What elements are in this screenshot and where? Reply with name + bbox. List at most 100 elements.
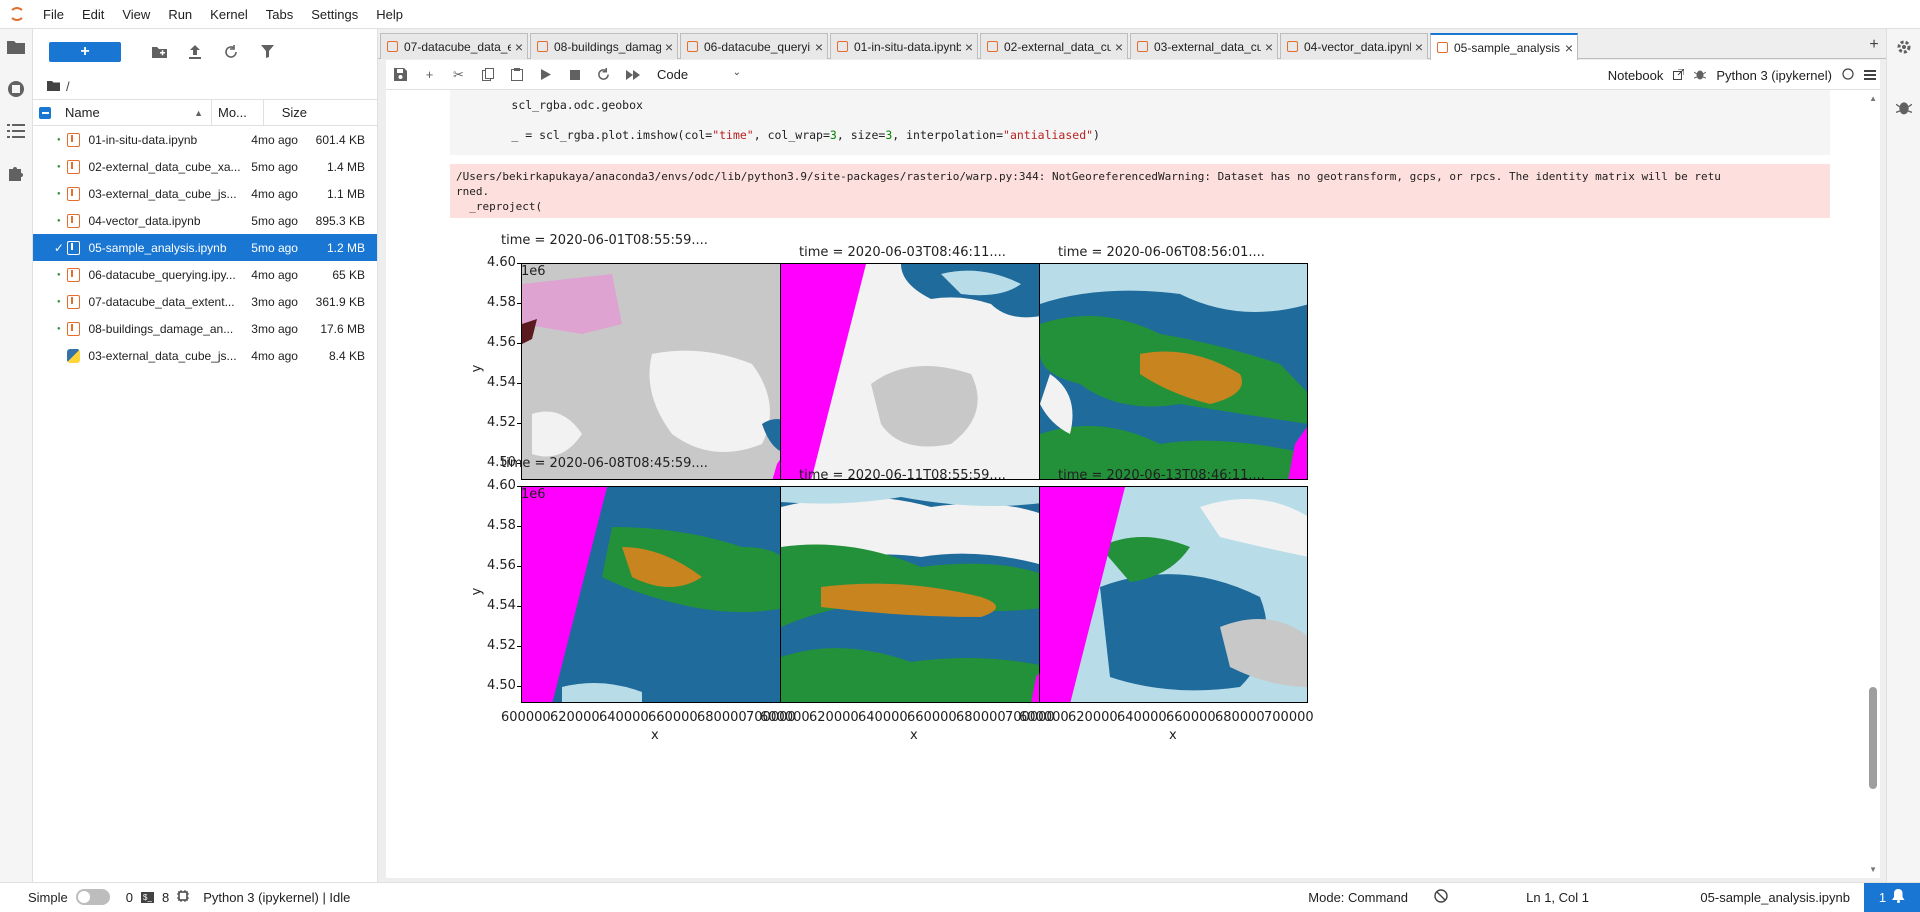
close-icon[interactable]: × — [1561, 40, 1577, 56]
column-header-name[interactable]: Name ▲ — [59, 99, 212, 126]
y-tick-label: 4.54 — [487, 598, 516, 613]
kernel-count[interactable]: 8 — [162, 890, 169, 905]
notebook-tab[interactable]: 06-datacube_querying.i× — [680, 33, 828, 59]
file-list-item[interactable]: ●02-external_data_cube_xa...5mo ago1.4 M… — [33, 153, 377, 180]
notebook-tab[interactable]: 01-in-situ-data.ipynb× — [830, 33, 978, 59]
cell-type-label: Code — [657, 67, 688, 82]
close-icon[interactable]: × — [511, 39, 527, 55]
y-tick-mark — [517, 526, 521, 527]
menu-kernel[interactable]: Kernel — [201, 0, 257, 29]
run-icon[interactable] — [531, 63, 560, 87]
column-header-modified-label: Mo... — [218, 105, 247, 120]
code-line-1: scl_rgba.odc.geobox — [511, 98, 643, 112]
notebook-tab[interactable]: 02-external_data_cube_× — [980, 33, 1128, 59]
table-of-contents-icon[interactable] — [4, 119, 28, 143]
scrollbar-thumb[interactable] — [1869, 687, 1877, 789]
notifications-button[interactable]: 1 — [1864, 883, 1920, 912]
file-list-item[interactable]: ✓05-sample_analysis.ipynb5mo ago1.2 MB — [33, 234, 377, 261]
upload-icon[interactable] — [177, 40, 213, 64]
cell-type-dropdown[interactable]: Code ⌄ — [657, 67, 741, 82]
refresh-icon[interactable] — [213, 40, 249, 64]
tab-label: 06-datacube_querying.i — [704, 40, 811, 54]
code-text: ) — [1093, 128, 1100, 142]
terminal-icon[interactable]: $_ — [141, 892, 154, 903]
tab-bar: 07-datacube_data_exte×08-buildings_damag… — [378, 29, 1886, 59]
file-list-item[interactable]: ●04-vector_data.ipynb5mo ago895.3 KB — [33, 207, 377, 234]
restart-kernel-icon[interactable] — [589, 63, 618, 87]
new-launcher-button[interactable]: + — [49, 42, 121, 62]
insert-cell-icon[interactable]: + — [415, 63, 444, 87]
file-list-item[interactable]: ●03-external_data_cube_js...4mo ago1.1 M… — [33, 180, 377, 207]
menu-view[interactable]: View — [113, 0, 159, 29]
close-icon[interactable]: × — [961, 39, 977, 55]
scrollbar[interactable]: ▲ ▼ — [1866, 90, 1880, 878]
menu-settings[interactable]: Settings — [302, 0, 367, 29]
running-kernels-icon[interactable] — [4, 77, 28, 101]
x-tick-label: 620000 — [1068, 710, 1118, 725]
folder-icon[interactable] — [47, 79, 60, 94]
kernel-chip-icon[interactable] — [177, 890, 189, 905]
notebook-tab[interactable]: 04-vector_data.ipynb× — [1280, 33, 1428, 59]
paste-icon[interactable] — [502, 63, 531, 87]
restart-run-all-icon[interactable] — [618, 63, 647, 87]
stop-icon[interactable] — [560, 63, 589, 87]
kernel-name[interactable]: Python 3 (ipykernel) — [1716, 68, 1832, 83]
file-list-header: Name ▲ Mo... Size — [33, 99, 377, 126]
y-tick-mark — [517, 303, 521, 304]
y-axis-label: y — [469, 588, 484, 596]
add-tab-icon[interactable]: + — [1864, 35, 1884, 55]
panel-title: time = 2020-06-03T08:46:11.... — [799, 245, 1006, 260]
file-name: 03-external_data_cube_js... — [88, 187, 247, 201]
menu-edit[interactable]: Edit — [73, 0, 113, 29]
menu-file[interactable]: File — [34, 0, 73, 29]
copy-icon[interactable] — [473, 63, 502, 87]
file-modified: 5mo ago — [247, 241, 314, 255]
notebook-tab[interactable]: 08-buildings_damage_a× — [530, 33, 678, 59]
kernel-status-text[interactable]: Python 3 (ipykernel) | Idle — [203, 890, 350, 905]
file-list-item[interactable]: ●07-datacube_data_extent...3mo ago361.9 … — [33, 288, 377, 315]
code-cell-editor[interactable]: scl_rgba.odc.geobox _ = scl_rgba.plot.im… — [450, 90, 1830, 155]
file-list-item[interactable]: ●08-buildings_damage_an...3mo ago17.6 MB — [33, 315, 377, 342]
column-header-modified[interactable]: Mo... — [212, 99, 264, 126]
notebook-tab[interactable]: 07-datacube_data_exte× — [380, 33, 528, 59]
open-external-icon[interactable] — [1673, 68, 1684, 83]
warning-line: _reproject( — [456, 199, 1824, 214]
scroll-up-icon[interactable]: ▲ — [1869, 94, 1877, 103]
close-icon[interactable]: × — [811, 39, 827, 55]
property-inspector-gear-icon[interactable] — [1896, 39, 1912, 58]
property-inspector-menu-icon[interactable] — [1864, 68, 1876, 83]
new-folder-icon[interactable] — [141, 40, 177, 64]
menu-run[interactable]: Run — [159, 0, 201, 29]
save-icon[interactable] — [386, 63, 415, 87]
debugger-bug-icon[interactable] — [1694, 68, 1706, 83]
panel-title: time = 2020-06-06T08:56:01.... — [1058, 245, 1265, 260]
cut-icon[interactable]: ✂ — [444, 63, 473, 87]
debugger-bug-icon[interactable] — [1896, 99, 1912, 118]
notebook-tab[interactable]: 03-external_data_cube_× — [1130, 33, 1278, 59]
simple-mode-toggle[interactable] — [76, 889, 110, 905]
close-icon[interactable]: × — [1411, 39, 1427, 55]
extensions-puzzle-icon[interactable] — [4, 161, 28, 185]
close-icon[interactable]: × — [1111, 39, 1127, 55]
panel-title: time = 2020-06-01T08:55:59.... — [501, 233, 708, 248]
close-icon[interactable]: × — [1261, 39, 1277, 55]
column-header-size[interactable]: Size — [264, 99, 319, 126]
jupyter-logo-icon — [0, 0, 34, 29]
folder-icon[interactable] — [4, 35, 28, 59]
menu-help[interactable]: Help — [367, 0, 412, 29]
file-list-item[interactable]: 03-external_data_cube_js...4mo ago8.4 KB — [33, 342, 377, 369]
notebook-view-label[interactable]: Notebook — [1608, 68, 1664, 83]
file-name: 04-vector_data.ipynb — [88, 214, 247, 228]
close-icon[interactable]: × — [661, 39, 677, 55]
select-all-checkbox[interactable] — [33, 99, 59, 126]
menu-tabs[interactable]: Tabs — [257, 0, 302, 29]
terminal-count[interactable]: 0 — [126, 890, 133, 905]
filter-icon[interactable] — [249, 40, 285, 64]
notebook-tab[interactable]: 05-sample_analysis.ipyı× — [1430, 33, 1578, 60]
file-list-item[interactable]: ●06-datacube_querying.ipy...4mo ago65 KB — [33, 261, 377, 288]
scroll-down-icon[interactable]: ▼ — [1869, 865, 1877, 874]
column-header-name-label: Name — [65, 105, 100, 120]
breadcrumb-root[interactable]: / — [66, 79, 70, 94]
file-list-item[interactable]: ●01-in-situ-data.ipynb4mo ago601.4 KB — [33, 126, 377, 153]
cursor-position[interactable]: Ln 1, Col 1 — [1526, 890, 1589, 905]
